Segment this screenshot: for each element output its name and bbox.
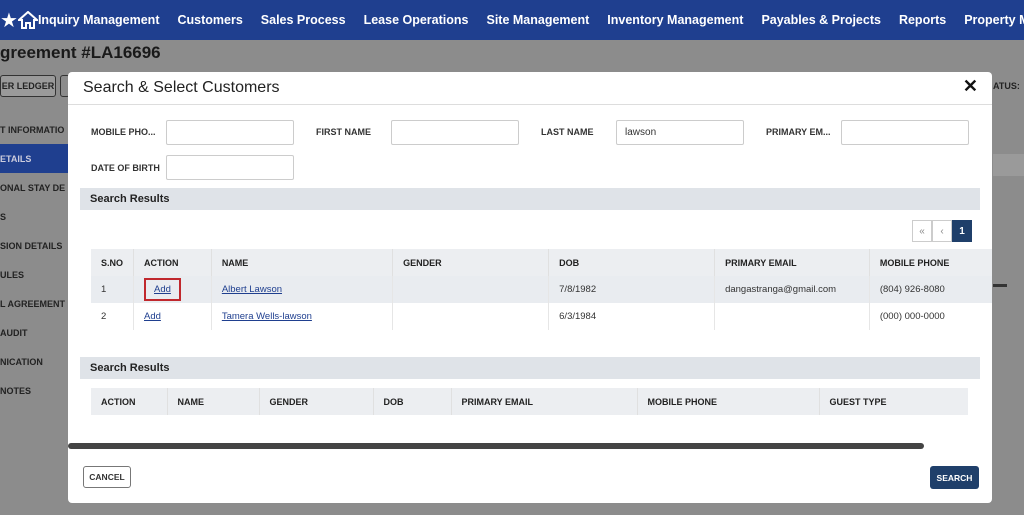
nav-property-management[interactable]: Property Manage xyxy=(964,13,1024,27)
background-scroll-indicator xyxy=(993,284,1007,287)
close-icon[interactable]: ✕ xyxy=(963,76,978,97)
nav-site-management[interactable]: Site Management xyxy=(486,13,589,27)
sidebar-item-stay-details[interactable]: ONAL STAY DE xyxy=(0,173,68,202)
nav-lease-operations[interactable]: Lease Operations xyxy=(364,13,469,27)
add-highlight-box: Add xyxy=(144,278,181,301)
col-gender: GENDER xyxy=(392,249,549,276)
cell-phone: (000) 000-0000 xyxy=(868,303,992,330)
sidebar-item-schedules[interactable]: ULES xyxy=(0,260,68,289)
divider xyxy=(68,104,992,105)
search-results-header: Search Results xyxy=(80,188,980,210)
cell-email xyxy=(714,303,870,330)
cell-dob: 6/3/1984 xyxy=(548,303,715,330)
primary-email-label: PRIMARY EM... xyxy=(766,127,831,137)
cell-gender xyxy=(392,303,549,330)
nav-inquiry-management[interactable]: Inquiry Management xyxy=(38,13,160,27)
nav-reports[interactable]: Reports xyxy=(899,13,946,27)
col-mobile-phone: MOBILE PHONE xyxy=(636,388,819,415)
col-gender: GENDER xyxy=(258,388,373,415)
sidebar-item-notes[interactable]: NOTES xyxy=(0,376,68,405)
prev-page-button[interactable]: ‹ xyxy=(932,220,952,242)
cell-action: Add xyxy=(133,276,212,303)
mobile-phone-input[interactable] xyxy=(166,120,294,145)
col-sno: S.NO xyxy=(91,249,134,276)
background-strip xyxy=(993,154,1024,176)
col-guest-type: GUEST TYPE xyxy=(818,388,968,415)
sidebar-item-s[interactable]: S xyxy=(0,202,68,231)
sidebar-item-agreement[interactable]: L AGREEMENT xyxy=(0,289,68,318)
nav-inventory-management[interactable]: Inventory Management xyxy=(607,13,743,27)
sidebar-item-audit[interactable]: AUDIT xyxy=(0,318,68,347)
col-primary-email: PRIMARY EMAIL xyxy=(450,388,637,415)
home-icon[interactable] xyxy=(17,0,38,40)
top-nav: ★ Inquiry Management Customers Sales Pro… xyxy=(0,0,1024,40)
cell-phone: (804) 926-8080 xyxy=(868,276,992,303)
search-button[interactable]: SEARCH xyxy=(930,466,979,489)
first-name-label: FIRST NAME xyxy=(316,127,371,137)
search-results-header-2: Search Results xyxy=(80,357,980,379)
nav-payables-projects[interactable]: Payables & Projects xyxy=(761,13,881,27)
cancel-button[interactable]: CANCEL xyxy=(83,466,131,488)
col-action: ACTION xyxy=(133,249,212,276)
table-row[interactable]: 1 Add Albert Lawson 7/8/1982 dangastrang… xyxy=(91,276,992,303)
pagination: « ‹ 1 xyxy=(912,220,972,242)
sidebar-item-details[interactable]: ETAILS xyxy=(0,144,68,173)
first-page-button[interactable]: « xyxy=(912,220,932,242)
cell-action: Add xyxy=(133,303,212,330)
cell-sno: 2 xyxy=(91,303,134,330)
customer-name-link[interactable]: Tamera Wells-lawson xyxy=(222,311,312,322)
cell-name: Albert Lawson xyxy=(210,276,393,303)
col-primary-email: PRIMARY EMAIL xyxy=(714,249,870,276)
col-name: NAME xyxy=(210,249,393,276)
modal-title: Search & Select Customers xyxy=(83,79,280,96)
star-icon[interactable]: ★ xyxy=(0,0,18,40)
cell-gender xyxy=(392,276,549,303)
primary-email-input[interactable] xyxy=(841,120,969,145)
background-sidebar: T INFORMATIO ETAILS ONAL STAY DE S SION … xyxy=(0,115,68,405)
nav-sales-process[interactable]: Sales Process xyxy=(261,13,346,27)
ledger-button[interactable]: ER LEDGER xyxy=(0,75,56,97)
col-dob: DOB xyxy=(548,249,715,276)
sidebar-item-information[interactable]: T INFORMATIO xyxy=(0,115,68,144)
horizontal-scrollbar[interactable] xyxy=(68,443,924,449)
page-1-button[interactable]: 1 xyxy=(952,220,972,242)
date-of-birth-input[interactable] xyxy=(166,155,294,180)
add-button[interactable]: Add xyxy=(144,311,161,322)
last-name-input[interactable] xyxy=(616,120,744,145)
status-label: ATUS: xyxy=(993,81,1020,91)
agreement-title: greement #LA16696 xyxy=(0,43,161,62)
col-dob: DOB xyxy=(372,388,451,415)
col-action: ACTION xyxy=(91,388,167,415)
col-mobile-phone: MOBILE PHONE xyxy=(868,249,992,276)
table-row[interactable]: 2 Add Tamera Wells-lawson 6/3/1984 (000)… xyxy=(91,303,992,330)
first-name-input[interactable] xyxy=(391,120,519,145)
guest-results-table: ACTION NAME GENDER DOB PRIMARY EMAIL MOB… xyxy=(91,388,968,415)
col-name: NAME xyxy=(166,388,259,415)
add-button[interactable]: Add xyxy=(154,284,171,295)
cell-sno: 1 xyxy=(91,276,134,303)
cell-email: dangastranga@gmail.com xyxy=(714,276,870,303)
sidebar-item-communication[interactable]: NICATION xyxy=(0,347,68,376)
sidebar-item-session-details[interactable]: SION DETAILS xyxy=(0,231,68,260)
customer-results-table: S.NO ACTION NAME GENDER DOB PRIMARY EMAI… xyxy=(91,249,992,330)
date-of-birth-label: DATE OF BIRTH xyxy=(91,163,160,173)
customer-name-link[interactable]: Albert Lawson xyxy=(222,284,282,295)
mobile-phone-label: MOBILE PHO... xyxy=(91,127,156,137)
cell-dob: 7/8/1982 xyxy=(548,276,715,303)
nav-customers[interactable]: Customers xyxy=(177,13,242,27)
cell-name: Tamera Wells-lawson xyxy=(210,303,393,330)
last-name-label: LAST NAME xyxy=(541,127,594,137)
search-select-customers-modal: Search & Select Customers ✕ MOBILE PHO..… xyxy=(68,72,992,503)
